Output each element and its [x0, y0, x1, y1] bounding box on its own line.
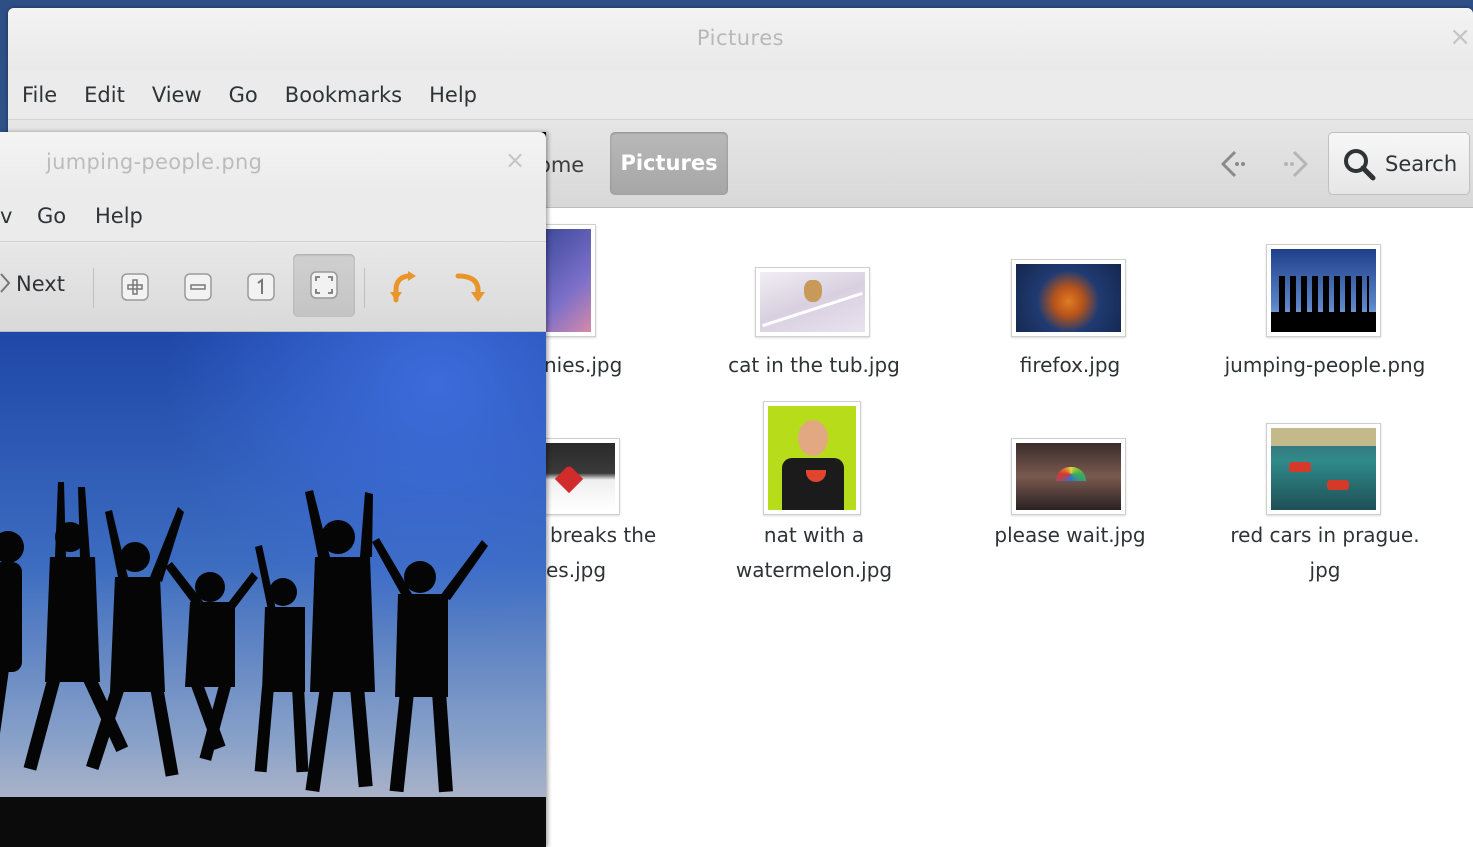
close-icon[interactable]: ×: [505, 148, 525, 172]
next-label: Next: [16, 272, 65, 296]
menu-edit[interactable]: Edit: [84, 83, 125, 107]
chevron-right-icon: [0, 273, 11, 293]
menu-view-partial[interactable]: v: [0, 204, 12, 228]
viewer-menubar: v Go Help: [0, 190, 546, 242]
best-fit-button[interactable]: [293, 254, 355, 317]
close-icon[interactable]: ×: [1449, 24, 1471, 50]
thumbnail: [1266, 244, 1381, 337]
toolbar-separator: [93, 268, 94, 308]
best-fit-icon: [310, 271, 338, 299]
normal-size-icon[interactable]: [244, 270, 278, 304]
thumbnail: [1266, 423, 1381, 515]
menu-file[interactable]: File: [22, 83, 57, 107]
breadcrumb-pictures[interactable]: Pictures: [610, 132, 728, 195]
file-name: cat in the tub.jpg: [728, 353, 900, 377]
thumbnail: [1011, 259, 1126, 337]
magnifier-icon: [1344, 148, 1376, 180]
thumbnail: [538, 438, 620, 515]
menu-view[interactable]: View: [152, 83, 202, 107]
zoom-out-icon[interactable]: [181, 270, 215, 304]
menubar: File Edit View Go Bookmarks Help: [8, 70, 1473, 120]
rotate-right-icon[interactable]: [452, 268, 490, 306]
viewer-toolbar: Next: [0, 242, 546, 332]
file-name: please wait.jpg: [994, 523, 1146, 547]
menu-help[interactable]: Help: [429, 83, 477, 107]
menu-go[interactable]: Go: [37, 204, 66, 228]
displayed-image[interactable]: [0, 332, 546, 847]
rotate-left-icon[interactable]: [388, 268, 426, 306]
image-viewer-window: jumping-people.png × v Go Help Next: [0, 132, 546, 847]
search-label: Search: [1385, 151, 1458, 176]
thumbnail: [763, 401, 861, 515]
file-name-line2: watermelon.jpg: [735, 558, 893, 582]
window-title: Pictures: [696, 26, 785, 50]
toolbar-separator: [364, 268, 365, 308]
thumbnail: [755, 267, 870, 337]
zoom-in-icon[interactable]: [118, 270, 152, 304]
back-arrow-icon[interactable]: [1213, 144, 1253, 184]
file-manager-titlebar[interactable]: Pictures ×: [8, 8, 1473, 70]
forward-arrow-icon[interactable]: [1276, 144, 1316, 184]
thumbnail: [1011, 438, 1126, 515]
file-name-line1: red cars in prague.: [1230, 523, 1420, 547]
file-name-line1: nat with a: [763, 523, 865, 547]
file-name: firefox.jpg: [1019, 353, 1121, 377]
next-button[interactable]: Next: [0, 272, 65, 296]
file-name-line2: jpg: [1309, 558, 1341, 582]
menu-help[interactable]: Help: [95, 204, 143, 228]
file-name: jumping-people.png: [1224, 353, 1426, 377]
thumbnail: [538, 224, 596, 337]
search-button[interactable]: Search: [1328, 132, 1470, 195]
menu-bookmarks[interactable]: Bookmarks: [285, 83, 402, 107]
menu-go[interactable]: Go: [229, 83, 258, 107]
viewer-title: jumping-people.png: [46, 150, 263, 174]
viewer-titlebar[interactable]: jumping-people.png ×: [0, 132, 546, 190]
